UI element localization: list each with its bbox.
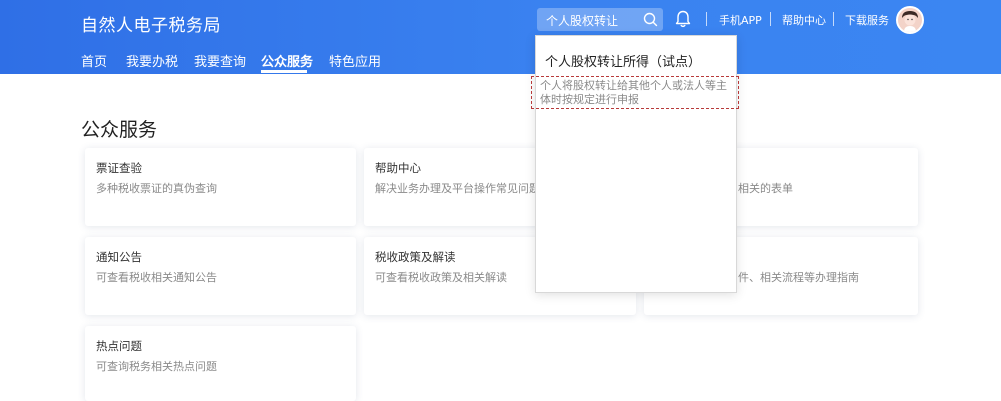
download-service-link[interactable]: 下载服务 <box>845 12 889 28</box>
nav-tax-filing[interactable]: 我要办税 <box>126 51 178 70</box>
nav-query[interactable]: 我要查询 <box>194 51 246 70</box>
site-brand[interactable]: 自然人电子税务局 <box>81 11 221 36</box>
card-desc: 件、相关流程等办理指南 <box>738 271 859 284</box>
card-title: 税收政策及解读 <box>375 250 456 264</box>
nav-active-indicator <box>261 70 307 73</box>
card-desc: 多种税收票证的真伪查询 <box>96 182 217 195</box>
nav-featured-apps[interactable]: 特色应用 <box>329 51 381 70</box>
suggestion-title[interactable]: 个人股权转让所得（试点） <box>545 51 701 70</box>
card-title: 票证查验 <box>96 161 142 175</box>
bell-icon[interactable] <box>674 9 692 29</box>
search-box[interactable]: 个人股权转让 <box>537 8 663 31</box>
card-title: 热点问题 <box>96 339 142 353</box>
search-input[interactable]: 个人股权转让 <box>546 12 618 29</box>
top-header: 自然人电子税务局 个人股权转让 手机APP 帮助中心 下载服务 首页 我要办税 … <box>0 0 1001 74</box>
help-center-link[interactable]: 帮助中心 <box>782 12 826 28</box>
card-title: 帮助中心 <box>375 161 421 175</box>
user-avatar-icon <box>898 8 922 32</box>
header-divider <box>706 12 707 26</box>
card-desc: 可查看税收政策及相关解读 <box>375 271 507 284</box>
card-desc: 可查询税务相关热点问题 <box>96 360 217 373</box>
search-suggestion-dropdown: 个人股权转让所得（试点） 个人将股权转让给其他个人或法人等主体时按规定进行申报 <box>531 35 739 293</box>
header-divider <box>770 12 771 26</box>
suggestion-item[interactable]: 个人将股权转让给其他个人或法人等主体时按规定进行申报 <box>531 76 739 109</box>
page-title: 公众服务 <box>81 119 158 141</box>
search-icon[interactable] <box>642 11 659 28</box>
suggestion-desc: 个人将股权转让给其他个人或法人等主体时按规定进行申报 <box>540 79 727 106</box>
header-divider <box>833 12 834 26</box>
nav-public-service[interactable]: 公众服务 <box>261 51 313 70</box>
card-desc: 可查看税收相关通知公告 <box>96 271 217 284</box>
mobile-app-link[interactable]: 手机APP <box>719 12 762 28</box>
card-title: 通知公告 <box>96 250 142 264</box>
card-desc: 解决业务办理及平台操作常见问题 <box>375 182 540 195</box>
service-card-hot-questions[interactable]: 热点问题 可查询税务相关热点问题 <box>85 326 356 401</box>
user-avatar[interactable] <box>896 6 924 34</box>
service-card-ticket-verify[interactable]: 票证查验 多种税收票证的真伪查询 <box>85 148 356 226</box>
nav-home[interactable]: 首页 <box>81 51 107 70</box>
service-card-notices[interactable]: 通知公告 可查看税收相关通知公告 <box>85 237 356 315</box>
card-desc: 相关的表单 <box>738 182 793 195</box>
